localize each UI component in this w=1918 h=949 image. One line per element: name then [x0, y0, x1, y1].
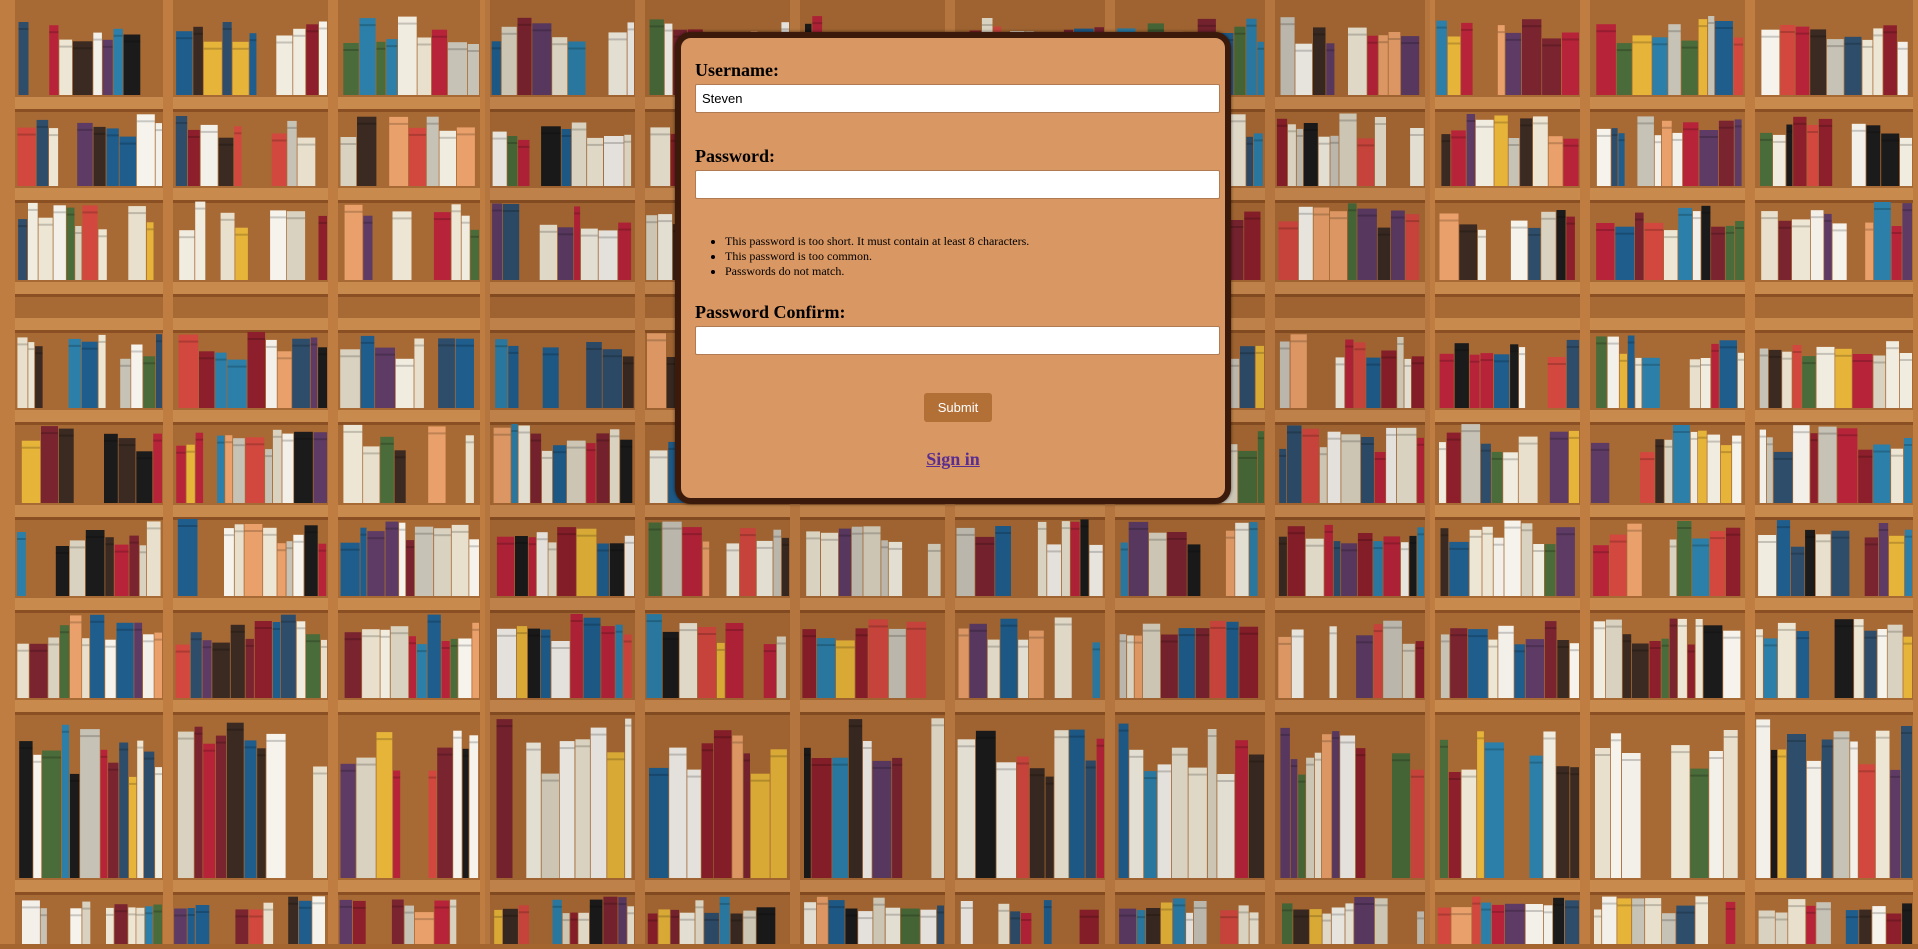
- sign-in-link[interactable]: Sign in: [681, 449, 1225, 470]
- password-error-item: This password is too common.: [725, 249, 1029, 264]
- username-input[interactable]: [695, 84, 1220, 113]
- password-confirm-label: Password Confirm:: [695, 302, 846, 322]
- password-error-item: This password is too short. It must cont…: [725, 234, 1029, 249]
- password-label: Password:: [695, 146, 775, 166]
- password-input[interactable]: [695, 170, 1220, 199]
- password-error-list: This password is too short. It must cont…: [695, 234, 1029, 279]
- submit-button[interactable]: Submit: [924, 393, 992, 422]
- password-confirm-input[interactable]: [695, 326, 1220, 355]
- register-form-card: Username: Password: This password is too…: [675, 32, 1231, 504]
- password-error-item: Passwords do not match.: [725, 264, 1029, 279]
- username-label: Username:: [695, 60, 779, 80]
